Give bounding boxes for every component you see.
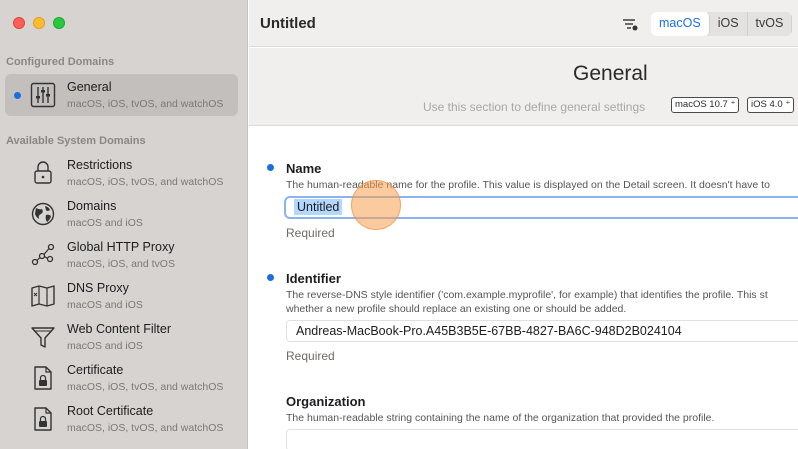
sidebar-item-title: Restrictions [67, 158, 133, 172]
platform-tab-macos[interactable]: macOS [651, 12, 710, 36]
organization-description: The human-readable string containing the… [286, 412, 715, 424]
sidebar-item-title: Global HTTP Proxy [67, 240, 175, 254]
sidebar-item-subtitle: macOS and iOS [67, 217, 143, 229]
filter-list-icon[interactable] [621, 15, 639, 33]
sidebar-item-domains[interactable]: Domains macOS and iOS [5, 193, 238, 235]
section-header: General Use this section to define gener… [249, 48, 798, 126]
available-domains-header: Available System Domains [6, 135, 146, 147]
toolbar: Untitled macOS iOS tvOS [249, 0, 798, 47]
sidebar-item-subtitle: macOS, iOS, tvOS, and watchOS [67, 422, 224, 434]
name-required-label: Required [286, 226, 335, 240]
identifier-label: Identifier [286, 271, 341, 286]
sidebar-item-root-certificate[interactable]: Root Certificate macOS, iOS, tvOS, and w… [5, 398, 238, 440]
window-title: Untitled [260, 15, 316, 32]
sidebar-item-title: General [67, 80, 112, 94]
settings-form: Name The human-readable name for the pro… [249, 127, 798, 449]
sidebar-item-subtitle: macOS and iOS [67, 340, 143, 352]
sidebar-item-subtitle: macOS and iOS [67, 299, 143, 311]
click-indicator [351, 180, 401, 230]
sidebar-item-title: Web Content Filter [67, 322, 171, 336]
minimize-button[interactable] [33, 17, 45, 29]
ios-version-badge: iOS 4.0 ⁺ [747, 97, 795, 113]
sidebar-item-subtitle: macOS, iOS, and tvOS [67, 258, 175, 270]
sidebar-item-general[interactable]: General macOS, iOS, tvOS, and watchOS [5, 74, 238, 116]
sidebar-item-global-http-proxy[interactable]: Global HTTP Proxy macOS, iOS, and tvOS [5, 234, 238, 276]
required-dot [267, 274, 274, 281]
name-label: Name [286, 161, 322, 176]
name-input-value: Untitled [294, 199, 343, 215]
sidebar-item-certificate[interactable]: Certificate macOS, iOS, tvOS, and watchO… [5, 357, 238, 399]
sidebar-item-title: Certificate [67, 363, 124, 377]
globe-icon [29, 200, 57, 228]
configured-domains-header: Configured Domains [6, 56, 115, 68]
organization-input[interactable] [286, 429, 798, 449]
certificate-icon [29, 405, 57, 433]
macos-version-badge: macOS 10.7 ⁺ [671, 97, 740, 113]
sidebar-item-subtitle: macOS, iOS, tvOS, and watchOS [67, 98, 224, 110]
map-icon [29, 282, 57, 310]
sidebar-item-dns-proxy[interactable]: DNS Proxy macOS and iOS [5, 275, 238, 317]
identifier-input-value: Andreas-MacBook-Pro.A45B3B5E-67BB-4827-B… [296, 324, 682, 338]
platform-segmented-control: macOS iOS tvOS [651, 12, 793, 36]
sidebar-item-web-content-filter[interactable]: Web Content Filter macOS and iOS [5, 316, 238, 358]
zoom-button[interactable] [53, 17, 65, 29]
certificate-icon [29, 364, 57, 392]
page-title: General [573, 62, 648, 85]
sidebar-item-title: DNS Proxy [67, 281, 129, 295]
funnel-icon [29, 323, 57, 351]
page-description: Use this section to define general setti… [423, 100, 646, 114]
window-controls [13, 17, 65, 29]
sidebar-item-restrictions[interactable]: Restrictions macOS, iOS, tvOS, and watch… [5, 152, 238, 194]
lock-icon [29, 159, 57, 187]
sidebar-item-title: Domains [67, 199, 117, 213]
identifier-input[interactable]: Andreas-MacBook-Pro.A45B3B5E-67BB-4827-B… [286, 320, 798, 342]
platform-tab-tvos[interactable]: tvOS [748, 12, 793, 36]
sliders-icon [29, 81, 57, 109]
identifier-description-line2: whether a new profile should replace an … [286, 303, 627, 315]
identifier-description: The reverse-DNS style identifier ('com.e… [286, 289, 768, 301]
sidebar: Configured Domains General macOS, iOS, t… [0, 0, 248, 449]
sidebar-item-title: Root Certificate [67, 404, 154, 418]
required-dot [267, 164, 274, 171]
organization-label: Organization [286, 394, 366, 409]
sidebar-item-subtitle: macOS, iOS, tvOS, and watchOS [67, 176, 224, 188]
configured-dot [14, 92, 21, 99]
identifier-required-label: Required [286, 349, 335, 363]
sidebar-item-subtitle: macOS, iOS, tvOS, and watchOS [67, 381, 224, 393]
close-button[interactable] [13, 17, 25, 29]
network-nodes-icon [29, 241, 57, 269]
platform-tab-ios[interactable]: iOS [710, 12, 748, 36]
